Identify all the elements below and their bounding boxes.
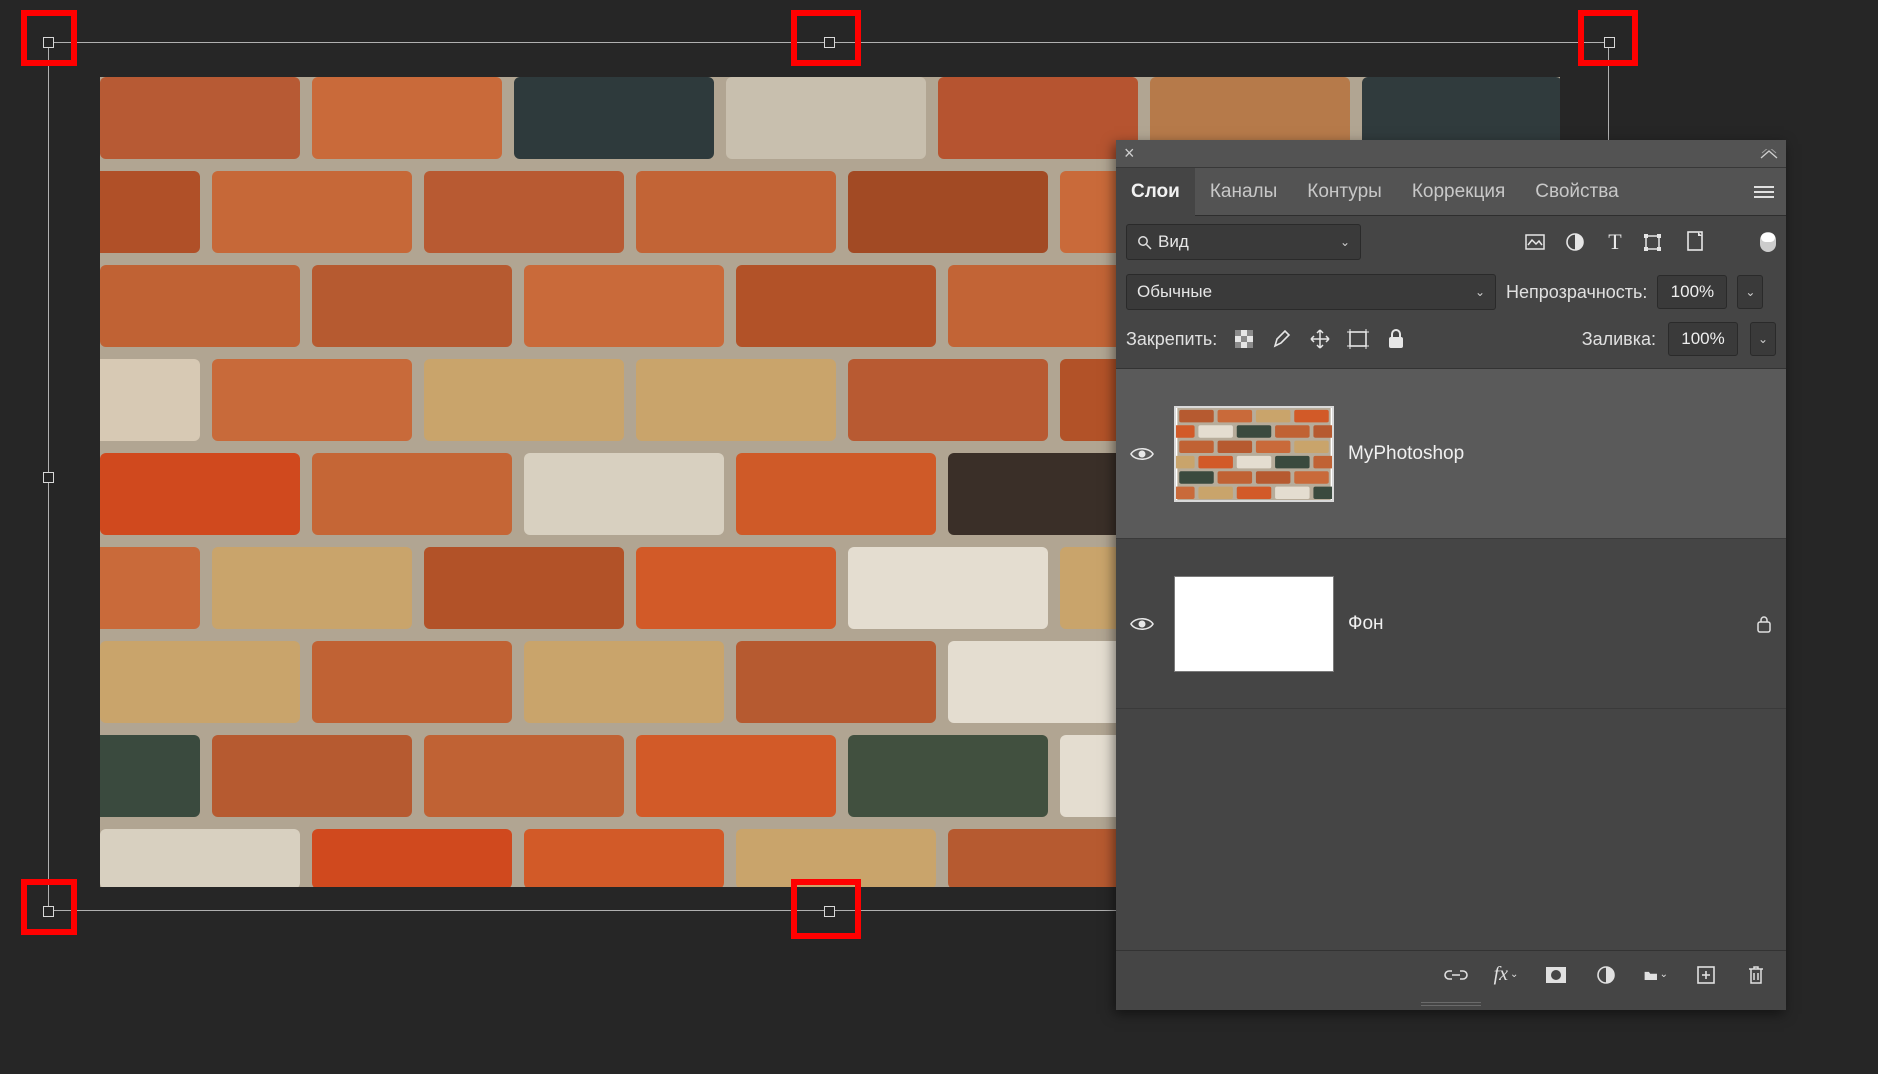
lock-fill-row: Закрепить: Заливка: 100% ⌄ xyxy=(1116,316,1786,369)
blend-mode-value: Обычные xyxy=(1137,282,1212,302)
collapse-icon[interactable] xyxy=(1760,149,1778,159)
filter-toggle[interactable] xyxy=(1760,232,1776,252)
layer-name-label[interactable]: MyPhotoshop xyxy=(1348,443,1464,465)
adjustment-layer-icon[interactable] xyxy=(1594,963,1618,987)
fill-label: Заливка: xyxy=(1582,329,1656,350)
opacity-chevron[interactable]: ⌄ xyxy=(1737,275,1763,309)
transform-handle[interactable] xyxy=(824,906,835,917)
lock-icons xyxy=(1233,328,1407,350)
filter-type-icons: T xyxy=(1524,231,1776,253)
layer-filter-label: Вид xyxy=(1158,232,1189,252)
panel-titlebar[interactable]: × xyxy=(1116,140,1786,168)
layer-filter-select[interactable]: Вид ⌄ xyxy=(1126,224,1361,260)
layer-name-label[interactable]: Фон xyxy=(1348,613,1384,635)
panel-menu-icon[interactable] xyxy=(1742,185,1786,199)
tab-свойства[interactable]: Свойства xyxy=(1520,168,1633,216)
lock-all-icon[interactable] xyxy=(1385,328,1407,350)
lock-position-icon[interactable] xyxy=(1309,328,1331,350)
search-icon xyxy=(1137,235,1152,250)
adjustment-filter-icon[interactable] xyxy=(1564,231,1586,253)
opacity-value[interactable]: 100% xyxy=(1657,275,1727,309)
link-layers-icon[interactable] xyxy=(1444,963,1468,987)
lock-pixels-icon[interactable] xyxy=(1271,328,1293,350)
chevron-down-icon: ⌄ xyxy=(1475,285,1485,299)
tab-коррекция[interactable]: Коррекция xyxy=(1397,168,1520,216)
visibility-eye-icon[interactable] xyxy=(1130,446,1160,462)
opacity-label: Непрозрачность: xyxy=(1506,282,1647,303)
shape-filter-icon[interactable] xyxy=(1644,231,1666,253)
blend-mode-select[interactable]: Обычные ⌄ xyxy=(1126,274,1496,310)
layer-thumbnail[interactable] xyxy=(1174,406,1334,502)
panel-footer: fx⌄ ⌄ xyxy=(1116,950,1786,998)
layer-style-icon[interactable]: fx⌄ xyxy=(1494,963,1518,987)
transform-handle[interactable] xyxy=(1604,37,1615,48)
type-filter-icon[interactable]: T xyxy=(1604,231,1626,253)
new-layer-icon[interactable] xyxy=(1694,963,1718,987)
visibility-eye-icon[interactable] xyxy=(1130,616,1160,632)
pixel-filter-icon[interactable] xyxy=(1524,231,1546,253)
layers-panel[interactable]: × СлоиКаналыКонтурыКоррекцияСвойства Вид… xyxy=(1116,140,1786,1010)
tab-контуры[interactable]: Контуры xyxy=(1292,168,1397,216)
lock-artboard-icon[interactable] xyxy=(1347,328,1369,350)
tab-слои[interactable]: Слои xyxy=(1116,168,1195,216)
layer-mask-icon[interactable] xyxy=(1544,963,1568,987)
close-icon[interactable]: × xyxy=(1124,143,1142,164)
panel-tabs: СлоиКаналыКонтурыКоррекцияСвойства xyxy=(1116,168,1786,216)
tab-каналы[interactable]: Каналы xyxy=(1195,168,1292,216)
transform-handle[interactable] xyxy=(43,37,54,48)
blend-opacity-row: Обычные ⌄ Непрозрачность: 100% ⌄ xyxy=(1116,268,1786,316)
layer-row[interactable]: MyPhotoshop xyxy=(1116,369,1786,539)
transform-handle[interactable] xyxy=(43,472,54,483)
delete-layer-icon[interactable] xyxy=(1744,963,1768,987)
layer-filter-row: Вид ⌄ T xyxy=(1116,216,1786,268)
lock-transparency-icon[interactable] xyxy=(1233,328,1255,350)
group-icon[interactable]: ⌄ xyxy=(1644,963,1668,987)
panel-resize-grip[interactable] xyxy=(1116,998,1786,1010)
fill-chevron[interactable]: ⌄ xyxy=(1750,322,1776,356)
lock-icon xyxy=(1756,615,1772,633)
fill-value[interactable]: 100% xyxy=(1668,322,1738,356)
lock-label: Закрепить: xyxy=(1126,329,1217,350)
chevron-down-icon: ⌄ xyxy=(1340,235,1350,249)
layers-list[interactable]: MyPhotoshop Фон xyxy=(1116,369,1786,950)
transform-handle[interactable] xyxy=(824,37,835,48)
layer-thumbnail[interactable] xyxy=(1174,576,1334,672)
transform-handle[interactable] xyxy=(43,906,54,917)
panel-body: Вид ⌄ T Обычные ⌄ Непрозрачность: 100% ⌄ xyxy=(1116,216,1786,1010)
layer-row[interactable]: Фон xyxy=(1116,539,1786,709)
smartobject-filter-icon[interactable] xyxy=(1684,231,1706,253)
